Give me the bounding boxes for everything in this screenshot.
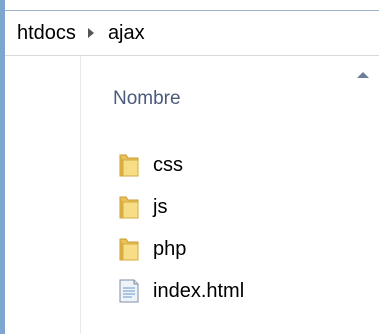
address-bar[interactable]: htdocs ajax <box>5 10 379 56</box>
file-list: css js php index.html <box>117 144 244 312</box>
breadcrumb-separator-icon[interactable] <box>87 28 94 38</box>
breadcrumb-item-htdocs[interactable]: htdocs <box>5 10 82 56</box>
file-pane: Nombre css js php index.html <box>5 56 379 334</box>
navigation-pane-divider[interactable] <box>80 56 81 334</box>
column-header-name[interactable]: Nombre <box>113 86 181 112</box>
top-strip <box>5 0 379 10</box>
folder-icon <box>117 236 141 262</box>
explorer-window: htdocs ajax Nombre css js php index.html <box>0 0 379 334</box>
file-name: css <box>153 153 183 176</box>
html-file-icon <box>117 278 141 304</box>
file-name: php <box>153 237 187 260</box>
list-item-index-html[interactable]: index.html <box>117 270 244 312</box>
breadcrumb-item-ajax[interactable]: ajax <box>102 10 151 56</box>
file-name: js <box>153 195 168 218</box>
scroll-up-icon[interactable] <box>357 72 369 78</box>
folder-icon <box>117 194 141 220</box>
list-item-css[interactable]: css <box>117 144 244 186</box>
file-name: index.html <box>153 279 245 302</box>
list-item-js[interactable]: js <box>117 186 244 228</box>
list-item-php[interactable]: php <box>117 228 244 270</box>
folder-icon <box>117 152 141 178</box>
